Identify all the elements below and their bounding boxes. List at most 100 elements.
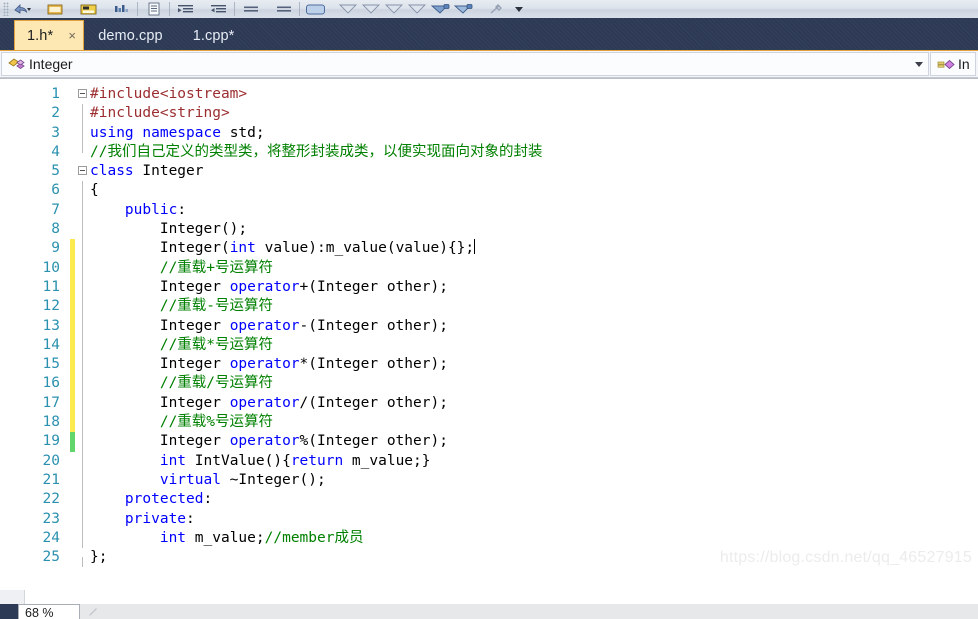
tab-demo-cpp[interactable]: demo.cpp bbox=[84, 22, 178, 50]
save-all-icon[interactable] bbox=[78, 1, 99, 17]
line-number: 24 bbox=[42, 529, 60, 546]
fold-guide-line bbox=[82, 220, 83, 240]
toolbar-overflow-chevron-icon[interactable] bbox=[512, 1, 526, 17]
tab-label: 1.cpp* bbox=[192, 28, 235, 44]
code-text: Integer(int value):m_value(value){}; bbox=[90, 239, 476, 257]
code-line[interactable]: 12 //重载-号运算符 bbox=[0, 297, 978, 317]
toolbar-separator-3 bbox=[234, 2, 235, 16]
horizontal-scrollbar-area[interactable] bbox=[0, 590, 978, 605]
code-editor[interactable]: 1 #include<iostream> 2 #include<string> 3 usi… bbox=[0, 78, 978, 591]
fold-guide-line bbox=[82, 297, 83, 317]
change-marker bbox=[70, 316, 75, 336]
code-line[interactable]: 7 public: bbox=[0, 200, 978, 221]
code-line[interactable]: 6{ bbox=[0, 181, 978, 201]
fold-collapse-icon[interactable] bbox=[78, 166, 87, 176]
code-text: Integer operator-(Integer other); bbox=[90, 317, 448, 334]
code-text: //重载*号运算符 bbox=[90, 336, 274, 353]
code-text: Integer operator*(Integer other); bbox=[90, 356, 448, 373]
code-line[interactable]: 16 //重载/号运算符 bbox=[0, 374, 978, 394]
nav-fwd-icon-2[interactable] bbox=[453, 1, 474, 17]
code-line[interactable]: 8 Integer(); bbox=[0, 220, 978, 240]
member-scope-dropdown[interactable]: In bbox=[930, 52, 976, 76]
toolbar-separator-1 bbox=[137, 2, 138, 16]
change-marker bbox=[70, 374, 75, 394]
code-line[interactable]: 1 #include<iostream> bbox=[0, 85, 978, 104]
change-marker bbox=[70, 355, 75, 375]
change-marker bbox=[70, 143, 75, 162]
code-line[interactable]: 15 Integer operator*(Integer other); bbox=[0, 355, 978, 375]
line-number: 15 bbox=[42, 356, 60, 373]
code-line[interactable]: 10 //重载+号运算符 bbox=[0, 258, 978, 278]
code-line[interactable]: 3 using namespace std; bbox=[0, 123, 978, 143]
nav-fwd-icon-1[interactable] bbox=[430, 1, 451, 17]
fold-guide-line bbox=[82, 413, 83, 433]
fold-guide-line bbox=[82, 335, 83, 356]
line-number: 10 bbox=[42, 259, 60, 276]
nav-back-icon-4[interactable] bbox=[407, 1, 428, 17]
change-marker bbox=[70, 277, 75, 298]
zoom-level-combo[interactable]: 68 % bbox=[18, 604, 80, 619]
toolbar bbox=[0, 0, 978, 19]
change-marker bbox=[70, 201, 75, 220]
line-number: 6 bbox=[51, 182, 60, 199]
code-line[interactable]: 4 //我们自己定义的类型类，将整形封装成类，以便实现面向对象的封装 bbox=[0, 142, 978, 162]
change-marker bbox=[70, 510, 75, 529]
line-number: 17 bbox=[42, 394, 60, 411]
close-icon[interactable]: × bbox=[65, 29, 79, 43]
fold-guide-line bbox=[82, 142, 83, 154]
code-line[interactable]: 13 Integer operator-(Integer other); bbox=[0, 316, 978, 336]
find-icon[interactable] bbox=[111, 1, 132, 17]
code-line[interactable]: 11 Integer operator+(Integer other); bbox=[0, 277, 978, 298]
code-line[interactable]: 9 Integer(int value):m_value(value){}; bbox=[0, 239, 978, 259]
code-line[interactable]: 5 class Integer bbox=[0, 162, 978, 181]
code-line[interactable]: 23 private: bbox=[0, 509, 978, 529]
nav-back-icon-1[interactable] bbox=[338, 1, 359, 17]
nav-back-icon-3[interactable] bbox=[384, 1, 405, 17]
change-marker bbox=[70, 181, 75, 200]
code-line[interactable]: 21 virtual ~Integer(); bbox=[0, 470, 978, 491]
change-marker bbox=[70, 297, 75, 317]
code-line[interactable]: 14 //重载*号运算符 bbox=[0, 335, 978, 356]
class-scope-dropdown[interactable]: Integer bbox=[1, 52, 929, 76]
fold-guide-line bbox=[82, 490, 83, 510]
fold-guide-line bbox=[82, 355, 83, 375]
indent-decrease-icon[interactable] bbox=[175, 1, 196, 17]
chevron-down-icon[interactable] bbox=[910, 62, 928, 67]
undo-dropdown-icon[interactable] bbox=[12, 1, 33, 17]
line-number: 1 bbox=[51, 86, 60, 102]
code-line[interactable]: 24 int m_value;//member成员 bbox=[0, 528, 978, 549]
toolbar-separator-2 bbox=[169, 2, 170, 16]
toolbar-tool-icon[interactable] bbox=[486, 1, 507, 17]
code-line[interactable]: 19 Integer operator%(Integer other); bbox=[0, 432, 978, 452]
window-icon[interactable] bbox=[305, 1, 326, 17]
fold-guide-line bbox=[82, 509, 83, 529]
fold-guide-line bbox=[82, 432, 83, 452]
code-line[interactable]: 18 //重载%号运算符 bbox=[0, 413, 978, 433]
change-marker bbox=[70, 432, 75, 452]
tab-1-cpp[interactable]: 1.cpp* bbox=[179, 22, 251, 50]
text-caret bbox=[474, 239, 476, 255]
fold-guide-line bbox=[82, 181, 83, 201]
tab-1-h[interactable]: 1.h* × bbox=[14, 20, 85, 50]
change-marker bbox=[70, 452, 75, 471]
code-line[interactable]: 20 int IntValue(){return m_value;} bbox=[0, 451, 978, 471]
code-line[interactable]: 22 protected: bbox=[0, 490, 978, 510]
fold-guide-line bbox=[82, 258, 83, 278]
status-bar-rest bbox=[98, 604, 978, 619]
horizontal-scrollbar-track[interactable] bbox=[25, 590, 978, 605]
fold-collapse-icon[interactable] bbox=[78, 89, 87, 98]
align-icon-2[interactable] bbox=[273, 1, 294, 17]
line-number: 4 bbox=[51, 143, 60, 160]
align-icon-1[interactable] bbox=[240, 1, 261, 17]
code-line[interactable]: 2 #include<string> bbox=[0, 104, 978, 124]
editor-tab-bar: 1.h* × demo.cpp 1.cpp* bbox=[0, 18, 978, 51]
nav-back-icon-2[interactable] bbox=[361, 1, 382, 17]
open-file-icon[interactable] bbox=[45, 1, 66, 17]
code-text: //重载+号运算符 bbox=[90, 259, 274, 276]
fold-guide-line bbox=[82, 557, 83, 568]
indent-increase-icon[interactable] bbox=[208, 1, 229, 17]
code-line[interactable]: 17 Integer operator/(Integer other); bbox=[0, 393, 978, 414]
toolbar-grip[interactable] bbox=[3, 2, 9, 16]
line-number: 11 bbox=[42, 278, 60, 295]
comment-block-icon[interactable] bbox=[143, 1, 164, 17]
